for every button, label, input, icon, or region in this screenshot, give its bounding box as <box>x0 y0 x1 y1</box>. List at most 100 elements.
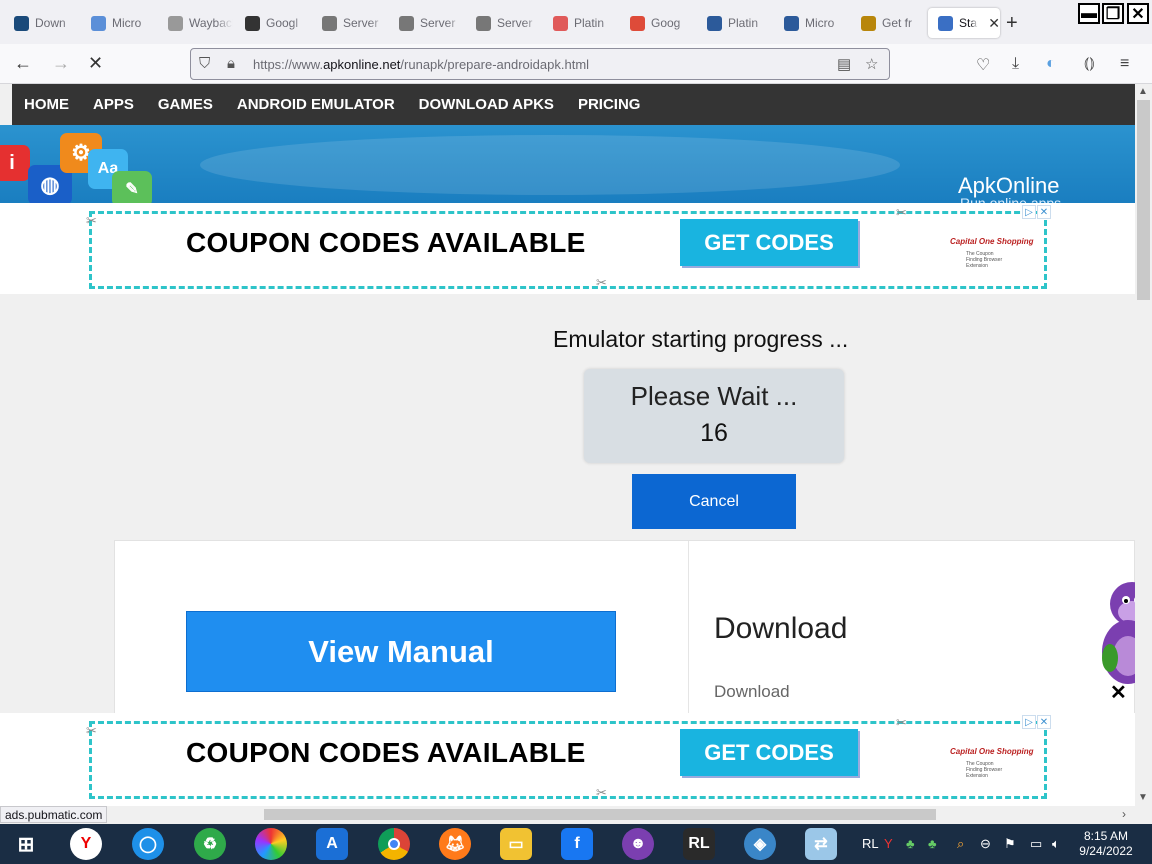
scroll-up-icon[interactable]: ▲ <box>1138 86 1148 97</box>
ad-headline: COUPON CODES AVAILABLE <box>186 737 586 768</box>
mascot-close-icon[interactable]: ✕ <box>1110 680 1127 705</box>
google-dots-icon <box>245 15 260 31</box>
coupon-ad-top[interactable]: ✂ ✂ ✂ COUPON CODES AVAILABLE GET CODES C… <box>0 203 1135 294</box>
back-icon[interactable]: ← <box>14 53 32 74</box>
tray-network-icon[interactable]: ▭ <box>1030 836 1042 852</box>
tray-search-icon[interactable]: ⌕ <box>957 836 964 852</box>
tray-app-icon[interactable]: ♣ <box>906 836 915 851</box>
tab-strip: Down Micro Wayback Googl Server Server Server P… <box>0 0 1152 44</box>
nav-download-apks[interactable]: DOWNLOAD APKS <box>419 96 554 113</box>
rl-app-icon[interactable]: RL <box>683 828 715 860</box>
square-favicon-icon <box>707 15 722 31</box>
adchoices-icon[interactable]: ▷ <box>1022 205 1036 219</box>
firefox-icon[interactable]: 🦊︎ <box>439 828 471 860</box>
browser-tab[interactable]: Platin <box>697 8 773 38</box>
ad-sponsor-tagline: The Coupon Finding Browser Extension <box>966 761 1003 779</box>
search-app-icon[interactable]: ◯ <box>132 828 164 860</box>
scissors-icon: ✂ <box>896 205 907 220</box>
horizontal-scrollbar[interactable]: › <box>0 806 1135 823</box>
minimize-icon[interactable]: ▬ <box>1078 3 1100 24</box>
browser-tab[interactable]: Server <box>312 8 388 38</box>
tray-flag-icon[interactable]: ⚑ <box>1004 836 1016 852</box>
bonzi-buddy-mascot[interactable] <box>1098 576 1135 696</box>
cancel-button[interactable]: Cancel <box>632 474 796 529</box>
get-codes-button[interactable]: GET CODES <box>680 219 858 266</box>
browser-tab[interactable]: Get fr <box>851 8 927 38</box>
tab-title: Platin <box>574 16 605 30</box>
pocket-icon[interactable]: ♡ <box>976 55 990 75</box>
app-store-icon[interactable]: A <box>316 828 348 860</box>
nav-games[interactable]: GAMES <box>158 96 213 113</box>
info-icon <box>322 15 337 31</box>
forward-icon[interactable]: → <box>52 53 70 74</box>
nav-android-emulator[interactable]: ANDROID EMULATOR <box>237 96 395 113</box>
scroll-thumb[interactable] <box>1137 100 1150 300</box>
restore-icon[interactable]: ❐ <box>1102 3 1124 24</box>
browser-tab[interactable]: Micro <box>81 8 157 38</box>
system-clock[interactable]: 8:15 AM 9/24/2022 <box>1074 829 1138 859</box>
stop-loading-icon[interactable]: ✕ <box>88 53 103 74</box>
file-explorer-icon[interactable]: ▭ <box>500 828 532 860</box>
lock-icon[interactable]: 🔒︎ <box>227 55 235 72</box>
vertical-scrollbar[interactable]: ▲ ▼ <box>1135 84 1152 806</box>
tab-close-icon[interactable]: ✕ <box>988 15 1000 32</box>
browser-tab[interactable]: Server <box>466 8 542 38</box>
chrome-icon[interactable] <box>378 828 410 860</box>
windows-start-icon[interactable]: ⊞ <box>10 828 42 860</box>
hscroll-thumb[interactable] <box>264 809 936 820</box>
new-tab-button[interactable]: + <box>1006 12 1018 35</box>
browser-tab[interactable]: Down <box>4 8 80 38</box>
download-heading: Download <box>714 612 848 645</box>
browser-tab[interactable]: Micro <box>774 8 850 38</box>
bonzi-buddy-icon[interactable]: ☻ <box>622 828 654 860</box>
browser-tab[interactable]: Star ✕ <box>928 8 1000 38</box>
coupon-ad-bottom[interactable]: ✂ ✂ ✂ COUPON CODES AVAILABLE GET CODES C… <box>0 713 1135 806</box>
yandex-browser-icon[interactable]: Y <box>70 828 102 860</box>
url-path: /runapk/prepare-androidapk.html <box>400 57 590 72</box>
volume-icon[interactable]: 🔈︎ <box>1052 836 1060 852</box>
facebook-icon[interactable]: f <box>561 828 593 860</box>
color-wheel-app-icon[interactable] <box>255 828 287 860</box>
adchoices-icon[interactable]: ▷ <box>1022 715 1036 729</box>
tracking-shield-icon[interactable]: ⛉ <box>199 55 210 72</box>
tray-yandex-icon[interactable]: Y <box>884 836 893 851</box>
browser-tab[interactable]: Goog <box>620 8 696 38</box>
download-link[interactable]: Download <box>714 682 790 702</box>
tray-app-icon[interactable]: ♣ <box>928 836 937 851</box>
panel-divider <box>688 541 689 721</box>
browser-tab[interactable]: Wayback <box>158 8 234 38</box>
ad-close-icon[interactable]: ✕ <box>1037 715 1051 729</box>
network-app-icon[interactable]: ⇄ <box>805 828 837 860</box>
globe-app-icon[interactable]: ◈ <box>744 828 776 860</box>
nav-home[interactable]: HOME <box>24 96 69 113</box>
tab-title: Micro <box>805 16 835 30</box>
browser-tab[interactable]: Platin <box>543 8 619 38</box>
close-window-icon[interactable]: ✕ <box>1127 3 1149 24</box>
browser-tab[interactable]: Googl <box>235 8 311 38</box>
ad-sponsor: Capital One Shopping <box>950 237 1034 246</box>
downloads-icon[interactable]: ⤓ <box>1012 55 1019 73</box>
menu-icon[interactable]: ≡ <box>1120 55 1129 73</box>
tab-title: Wayback <box>189 16 233 30</box>
view-manual-button[interactable]: View Manual <box>186 611 616 692</box>
ad-close-icon[interactable]: ✕ <box>1037 205 1051 219</box>
scroll-right-icon[interactable]: › <box>1122 807 1126 821</box>
bookmark-star-icon[interactable]: ☆ <box>865 55 878 73</box>
nav-pricing[interactable]: PRICING <box>578 96 641 113</box>
nav-apps[interactable]: APPS <box>93 96 134 113</box>
scissors-icon: ✂ <box>86 213 97 228</box>
tray-rl-icon[interactable]: RL <box>862 836 879 851</box>
feedly-icon[interactable]: ♻ <box>194 828 226 860</box>
tray-minus-icon[interactable]: ⊖ <box>980 836 991 852</box>
extension-icon[interactable]: ◐ <box>1046 55 1056 73</box>
reader-view-icon[interactable]: ▤ <box>837 55 851 73</box>
url-text[interactable]: https://www.apkonline.net/runapk/prepare… <box>253 57 589 72</box>
scroll-down-icon[interactable]: ▼ <box>1138 792 1148 803</box>
browser-tab[interactable]: Server <box>389 8 465 38</box>
extension-icon-2[interactable]: ⦅⦆ <box>1084 55 1095 73</box>
shield-favicon-icon <box>91 15 106 31</box>
address-bar[interactable]: ⛉ 🔒︎ https://www.apkonline.net/runapk/pr… <box>190 48 890 80</box>
get-codes-button[interactable]: GET CODES <box>680 729 858 776</box>
scissors-icon: ✂ <box>596 275 607 290</box>
download-page-icon <box>14 15 29 31</box>
